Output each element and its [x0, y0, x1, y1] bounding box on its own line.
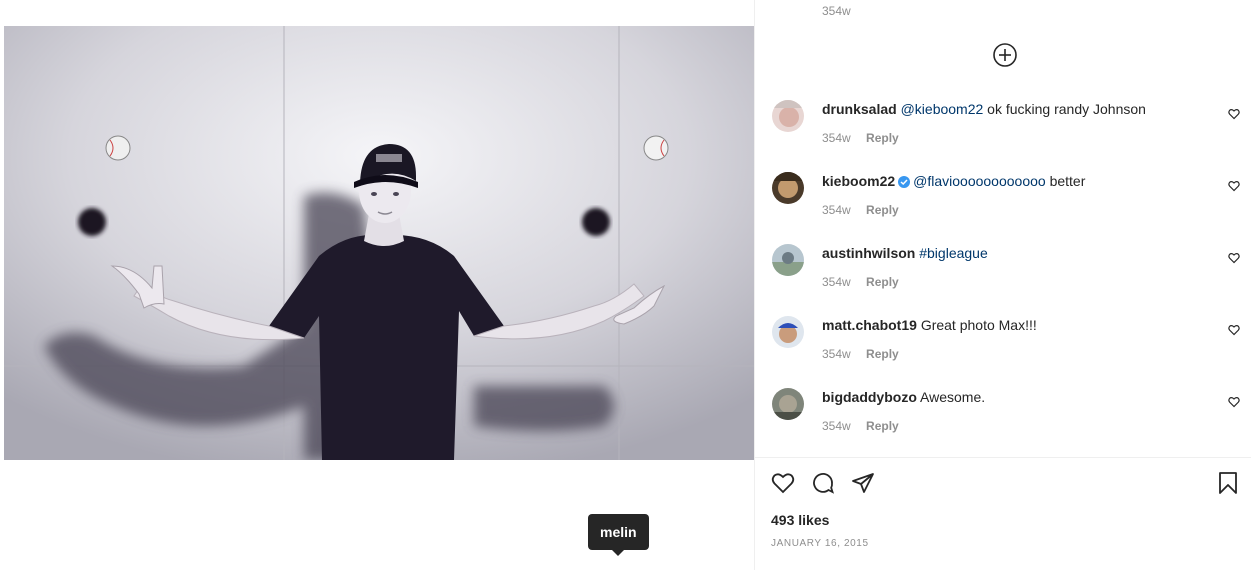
comment-meta: 354w Reply: [822, 203, 899, 217]
comment-text: bigdaddybozo Awesome.: [822, 388, 985, 406]
plus-circle-icon[interactable]: [993, 43, 1017, 67]
comment-username[interactable]: kieboom22: [822, 173, 895, 189]
comment-mention[interactable]: @kieboom22: [901, 101, 984, 117]
comment-text: matt.chabot19 Great photo Max!!!: [822, 316, 1037, 334]
comment-meta: 354w Reply: [822, 275, 899, 289]
comment-item: matt.chabot19 Great photo Max!!! 354w Re…: [771, 316, 1241, 376]
comment-item: drunksalad @kieboom22 ok fucking randy J…: [771, 100, 1241, 160]
comment-meta: 354w Reply: [822, 131, 899, 145]
previous-comment-timestamp: 354w: [822, 4, 851, 18]
comment-hashtag[interactable]: #bigleague: [919, 245, 988, 261]
comment-timestamp: 354w: [822, 275, 851, 289]
comment-timestamp: 354w: [822, 347, 851, 361]
avatar[interactable]: [772, 172, 804, 204]
reply-button[interactable]: Reply: [866, 419, 899, 433]
comment-body: ok fucking randy Johnson: [983, 101, 1146, 117]
reply-button[interactable]: Reply: [866, 347, 899, 361]
avatar[interactable]: [772, 100, 804, 132]
avatar[interactable]: [772, 388, 804, 420]
comment-item: bigdaddybozo Awesome. 354w Reply: [771, 388, 1241, 448]
heart-icon[interactable]: [1228, 324, 1240, 336]
comment-body: Awesome.: [920, 389, 986, 405]
comment-body: better: [1045, 173, 1086, 189]
user-tag-tooltip[interactable]: melin: [588, 514, 649, 556]
comment-text: drunksalad @kieboom22 ok fucking randy J…: [822, 100, 1146, 118]
post-media-area: melin: [0, 0, 754, 570]
heart-icon[interactable]: [1228, 180, 1240, 192]
reply-button[interactable]: Reply: [866, 131, 899, 145]
comment-body: Great photo Max!!!: [920, 317, 1037, 333]
comment-meta: 354w Reply: [822, 419, 899, 433]
avatar[interactable]: [772, 316, 804, 348]
comment-username[interactable]: bigdaddybozo: [822, 389, 917, 405]
share-icon[interactable]: [851, 471, 875, 495]
comment-mention[interactable]: @flavioooooooooooo: [913, 173, 1046, 189]
comment-timestamp: 354w: [822, 203, 851, 217]
reply-button[interactable]: Reply: [866, 275, 899, 289]
comment-item: austinhwilson #bigleague 354w Reply: [771, 244, 1241, 304]
comment-item: kieboom22 @flavioooooooooooo better 354w …: [771, 172, 1241, 232]
comment-text: kieboom22 @flavioooooooooooo better: [822, 172, 1085, 190]
comment-timestamp: 354w: [822, 131, 851, 145]
comment-timestamp: 354w: [822, 419, 851, 433]
comment-username[interactable]: drunksalad: [822, 101, 897, 117]
heart-icon[interactable]: [1228, 108, 1240, 120]
heart-icon[interactable]: [1228, 252, 1240, 264]
comments-panel: 354w drunksalad @kieboom22 ok fucking ra…: [754, 0, 1251, 570]
comment-meta: 354w Reply: [822, 347, 899, 361]
post-photo[interactable]: [4, 26, 754, 460]
heart-icon[interactable]: [1228, 396, 1240, 408]
comment-text: austinhwilson #bigleague: [822, 244, 988, 262]
divider: [755, 457, 1251, 458]
post-date: JANUARY 16, 2015: [771, 538, 869, 549]
bookmark-icon[interactable]: [1216, 471, 1240, 495]
comment-icon[interactable]: [811, 471, 835, 495]
like-count[interactable]: 493 likes: [771, 512, 829, 528]
avatar[interactable]: [772, 244, 804, 276]
verified-badge-icon: [898, 176, 911, 188]
heart-icon[interactable]: [771, 471, 795, 495]
reply-button[interactable]: Reply: [866, 203, 899, 217]
comment-username[interactable]: austinhwilson: [822, 245, 915, 261]
comment-username[interactable]: matt.chabot19: [822, 317, 917, 333]
